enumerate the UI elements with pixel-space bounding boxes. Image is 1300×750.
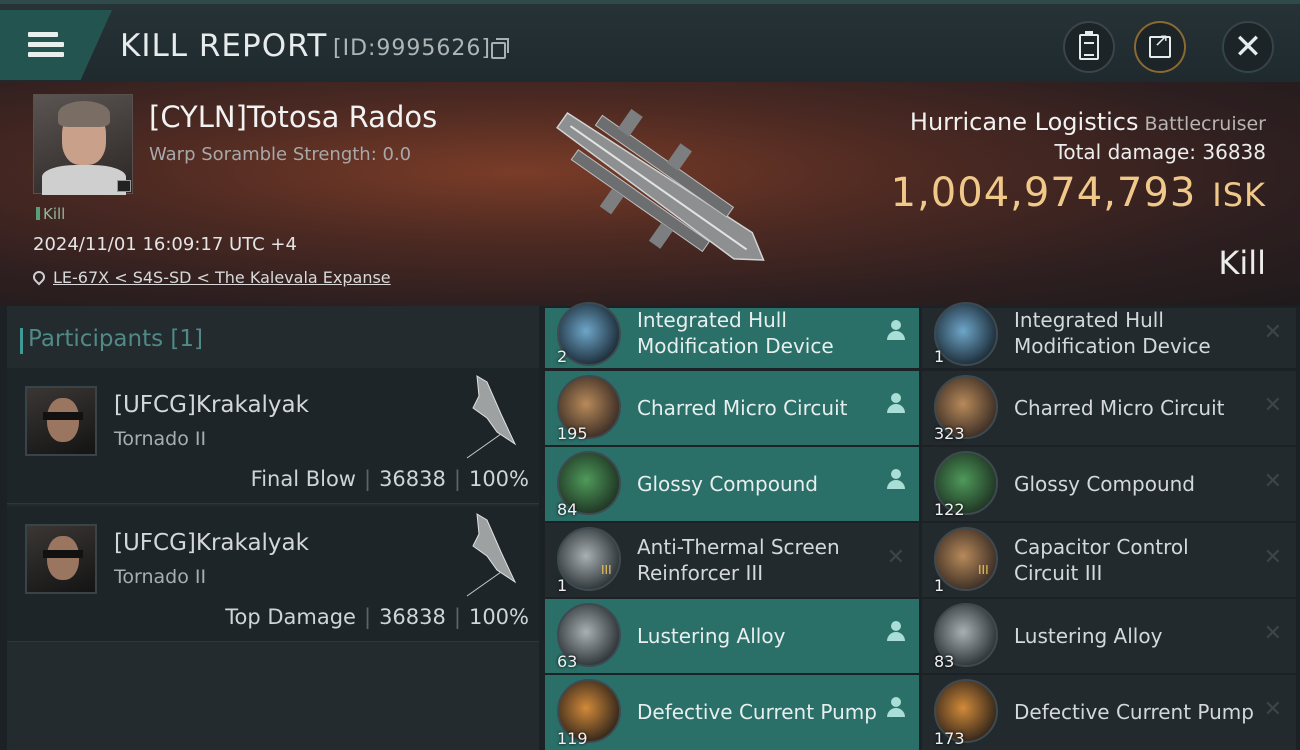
report-id: [ID:9995626] — [333, 36, 491, 61]
destroyed-x-icon: ✕ — [1263, 545, 1282, 570]
participant-name: [UFCG]Krakalyak — [114, 530, 309, 556]
isk-value: 1,004,974,793 ISK — [890, 170, 1266, 216]
participant-row[interactable]: [UFCG]Krakalyak Tornado II Final Blow | 36… — [7, 368, 539, 504]
top-bar: KILL REPORT [ID:9995626] ✕ — [0, 0, 1300, 82]
item-quantity: 323 — [934, 424, 965, 443]
tier-badge: III — [978, 563, 989, 577]
item-name: Integrated Hull Modification Device — [637, 308, 834, 358]
kill-datetime: 2024/11/01 16:09:17 UTC +4 — [33, 234, 297, 255]
tier-badge: III — [601, 563, 612, 577]
participant-ship: Tornado II — [114, 566, 207, 588]
dropped-item[interactable]: 119 Defective Current Pump — [545, 675, 919, 750]
item-quantity: 63 — [557, 652, 578, 671]
dropped-person-icon — [887, 320, 905, 342]
item-name: Defective Current Pump — [637, 700, 877, 724]
item-name: Glossy Compound — [637, 472, 818, 496]
clipboard-icon — [1079, 31, 1099, 60]
dropped-item[interactable]: 2 Integrated Hull Modification Device — [545, 302, 919, 368]
participant-name: [UFCG]Krakalyak — [114, 392, 309, 418]
destroyed-item[interactable]: 323 Charred Micro Circuit ✕ — [922, 371, 1296, 445]
destroyed-x-icon: ✕ — [1263, 697, 1282, 722]
kill-marker-icon — [36, 207, 40, 220]
kill-location[interactable]: LE-67X < S4S-SD < The Kalevala Expanse — [30, 268, 391, 287]
share-icon — [1149, 30, 1171, 58]
dropped-person-icon — [887, 469, 905, 491]
item-quantity: 2 — [557, 347, 568, 366]
hamburger-icon — [28, 32, 64, 58]
item-name: Glossy Compound — [1014, 472, 1195, 496]
participant-ship-icon — [466, 375, 517, 459]
destroyed-x-icon: ✕ — [1263, 469, 1282, 494]
ship-class: Battlecruiser — [1144, 113, 1266, 135]
participant-stats: Top Damage | 36838 | 100% — [225, 605, 529, 629]
item-name: Capacitor Control Circuit III — [1014, 535, 1189, 585]
dropped-person-icon — [887, 697, 905, 719]
victim-ship-image — [556, 108, 765, 261]
destroyed-x-icon: ✕ — [1263, 393, 1282, 418]
participant-ship-icon — [466, 513, 517, 597]
scramble-strength: Warp Soramble Strength: 0.0 — [149, 144, 412, 165]
item-quantity: 122 — [934, 500, 965, 519]
item-quantity: 84 — [557, 500, 578, 519]
item-quantity: 1 — [557, 576, 568, 595]
dropped-item[interactable]: 63 Lustering Alloy — [545, 599, 919, 673]
kill-tag: Kill — [36, 205, 65, 223]
destroyed-item[interactable]: 1 Integrated Hull Modification Device ✕ — [922, 302, 1296, 368]
item-name: Lustering Alloy — [1014, 624, 1163, 648]
participant-avatar[interactable] — [25, 386, 97, 456]
menu-button[interactable] — [0, 10, 112, 80]
item-name: Charred Micro Circuit — [637, 396, 848, 420]
copy-icon[interactable] — [491, 38, 509, 59]
dropped-item[interactable]: 195 Charred Micro Circuit — [545, 371, 919, 445]
participants-header: Participants [1] — [19, 326, 204, 354]
participant-avatar[interactable] — [25, 524, 97, 594]
destroyed-item[interactable]: 1 III Capacitor Control Circuit III ✕ — [922, 523, 1296, 597]
destroyed-x-icon: ✕ — [1263, 621, 1282, 646]
destroyed-item[interactable]: 1 III Anti-Thermal Screen Reinforcer III… — [545, 523, 919, 597]
item-name: Defective Current Pump — [1014, 700, 1254, 724]
close-button[interactable]: ✕ — [1222, 21, 1274, 73]
participant-stats: Final Blow | 36838 | 100% — [250, 467, 529, 491]
participants-panel: Participants [1] [UFCG]Krakalyak Tornado… — [7, 306, 539, 750]
item-quantity: 195 — [557, 424, 588, 443]
location-pin-icon — [30, 268, 48, 286]
dropped-person-icon — [887, 393, 905, 415]
destroyed-item[interactable]: 173 Defective Current Pump ✕ — [922, 675, 1296, 750]
result-label: Kill — [1218, 244, 1266, 282]
info-badge-icon — [117, 180, 131, 192]
victim-name[interactable]: [CYLN]Totosa Rados — [149, 100, 437, 134]
item-quantity: 1 — [934, 347, 945, 366]
item-quantity: 173 — [934, 729, 965, 748]
dropped-person-icon — [887, 621, 905, 643]
item-quantity: 83 — [934, 652, 955, 671]
total-damage: Total damage: 36838 — [1054, 140, 1266, 164]
item-name: Anti-Thermal Screen Reinforcer III — [637, 535, 840, 585]
item-quantity: 1 — [934, 576, 945, 595]
item-name: Integrated Hull Modification Device — [1014, 308, 1211, 358]
clipboard-button[interactable] — [1063, 21, 1115, 73]
participant-row[interactable]: [UFCG]Krakalyak Tornado II Top Damage | 36… — [7, 506, 539, 642]
item-name: Charred Micro Circuit — [1014, 396, 1225, 420]
destroyed-item[interactable]: 83 Lustering Alloy ✕ — [922, 599, 1296, 673]
participant-ship: Tornado II — [114, 428, 207, 450]
destroyed-x-icon: ✕ — [1263, 320, 1282, 345]
page-title: KILL REPORT — [120, 28, 328, 64]
victim-portrait[interactable] — [33, 94, 133, 195]
destroyed-item[interactable]: 122 Glossy Compound ✕ — [922, 447, 1296, 521]
victim-banner: [CYLN]Totosa Rados Warp Soramble Strengt… — [0, 82, 1300, 306]
destroyed-x-icon: ✕ — [886, 545, 905, 570]
share-button[interactable] — [1134, 21, 1186, 73]
item-name: Lustering Alloy — [637, 624, 786, 648]
item-quantity: 119 — [557, 729, 588, 748]
dropped-item[interactable]: 84 Glossy Compound — [545, 447, 919, 521]
ship-name[interactable]: Hurricane Logistics Battlecruiser — [910, 108, 1266, 136]
close-icon: ✕ — [1233, 27, 1263, 67]
